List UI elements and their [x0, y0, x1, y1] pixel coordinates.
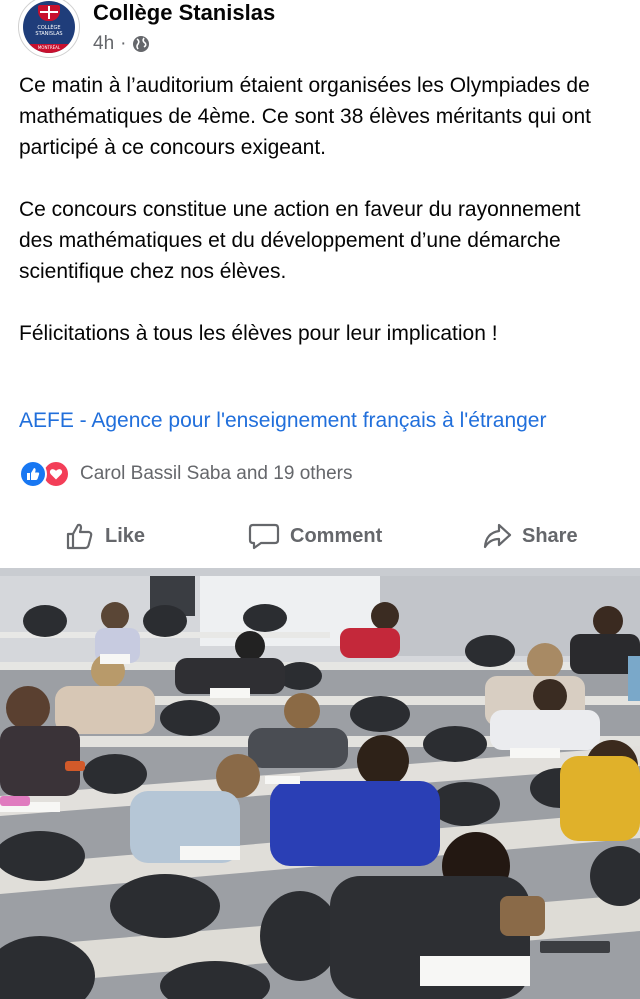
share-button[interactable]: Share [482, 512, 578, 560]
post-header: COLLÈGE STANISLAS MONTRÉAL Collège Stani… [0, 0, 640, 64]
reactions-summary[interactable]: Carol Bassil Saba and 19 others [19, 459, 353, 489]
like-label: Like [105, 524, 146, 547]
facebook-post: COLLÈGE STANISLAS MONTRÉAL Collège Stani… [0, 0, 640, 999]
post-timestamp[interactable]: 4h [93, 33, 114, 55]
post-photo[interactable] [0, 576, 640, 999]
post-paragraph: Ce matin à l’auditorium étaient organisé… [19, 74, 591, 159]
comment-label: Comment [290, 524, 383, 547]
college-logo: COLLÈGE STANISLAS MONTRÉAL [23, 1, 75, 53]
like-reaction-icon [19, 460, 47, 488]
tagged-page-link[interactable]: AEFE - Agence pour l'enseignement frança… [19, 409, 546, 433]
share-arrow-icon [483, 523, 512, 549]
meta-separator: · [120, 33, 127, 54]
reactions-count-text: Carol Bassil Saba and 19 others [80, 463, 353, 484]
comment-button[interactable]: Comment [248, 512, 382, 560]
post-paragraph: Ce concours constitue une action en fave… [19, 198, 581, 283]
page-name[interactable]: Collège Stanislas [93, 0, 275, 26]
post-meta: 4h · [93, 33, 150, 55]
post-body: Ce matin à l’auditorium étaient organisé… [19, 70, 619, 349]
thumbs-up-icon [66, 523, 93, 550]
share-label: Share [522, 524, 578, 547]
comment-bubble-icon [248, 523, 280, 550]
section-divider [0, 568, 640, 576]
globe-icon [132, 35, 150, 53]
page-avatar[interactable]: COLLÈGE STANISLAS MONTRÉAL [18, 0, 80, 58]
post-paragraph: Félicitations à tous les élèves pour leu… [19, 322, 498, 345]
like-button[interactable]: Like [65, 512, 145, 560]
post-action-bar: Like Comment Share [0, 512, 640, 560]
